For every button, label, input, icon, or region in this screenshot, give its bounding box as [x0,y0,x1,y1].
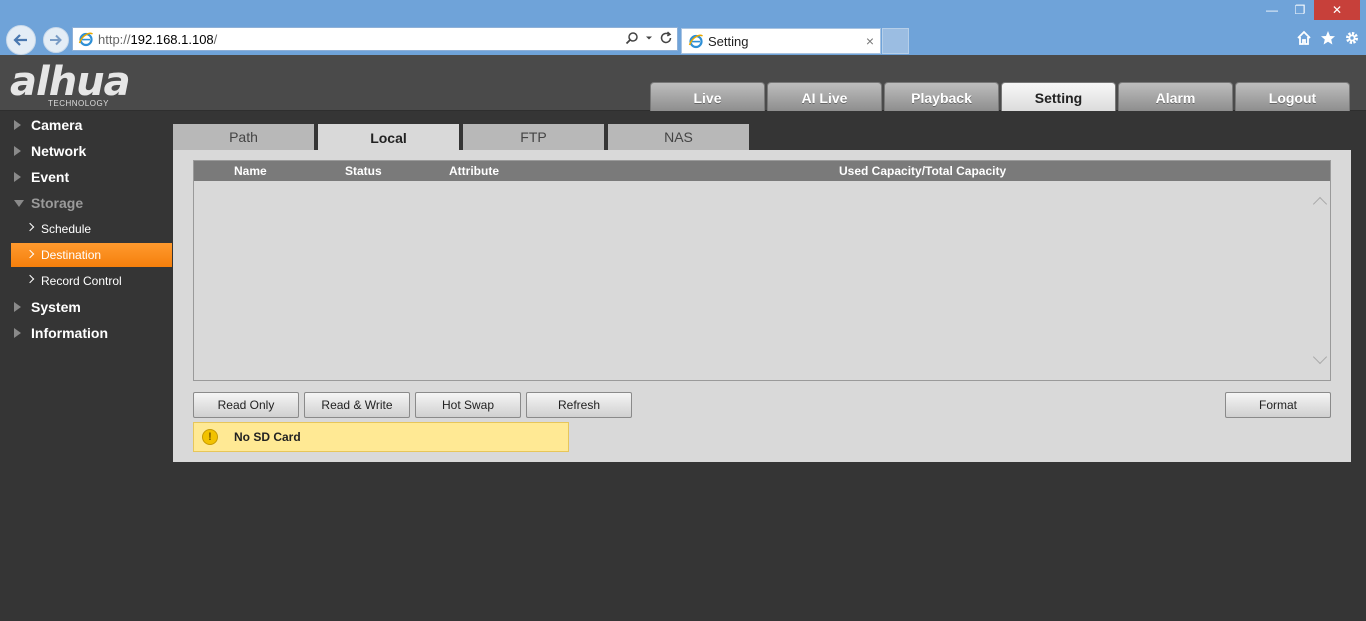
tab-live[interactable]: Live [650,82,765,111]
tab-setting[interactable]: Setting [1001,82,1116,111]
settings-sidebar: Camera Network Event Storage Schedule De… [0,112,172,346]
minimize-icon[interactable]: — [1258,0,1286,20]
browser-chrome: — ❐ ✕ http:// 192.168.1.108 / Setting × [0,0,1366,55]
sidebar-item-information[interactable]: Information [0,320,172,346]
ie-logo-icon [78,32,93,47]
browser-toolbar-icons [1296,30,1360,46]
storage-destination-tabs: Path Local FTP NAS [173,124,749,151]
refresh-button[interactable]: Refresh [526,392,632,418]
sidebar-item-label: Storage [31,195,84,211]
url-protocol: http:// [98,31,131,47]
sidebar-item-label: Camera [31,117,83,133]
logo-subtitle: TECHNOLOGY [48,99,110,108]
sidebar-item-storage[interactable]: Storage [0,190,172,216]
chevron-right-icon [25,274,35,284]
restore-icon[interactable]: ❐ [1286,0,1314,20]
sidebar-item-label: System [31,299,81,315]
tab-nas[interactable]: NAS [608,124,749,150]
tab-logout[interactable]: Logout [1235,82,1350,111]
app-header: alhua TECHNOLOGY Live AI Live Playback S… [0,55,1366,111]
tab-ai-live[interactable]: AI Live [767,82,882,111]
read-write-button[interactable]: Read & Write [304,392,410,418]
warning-icon: ! [202,429,218,445]
browser-tab-title: Setting [708,33,749,49]
format-button[interactable]: Format [1225,392,1331,418]
sidebar-subitem-destination[interactable]: Destination [11,243,172,267]
sidebar-item-system[interactable]: System [0,294,172,320]
new-tab-button[interactable] [882,28,909,54]
logo-wordmark: alhua [10,59,131,105]
tab-path[interactable]: Path [173,124,314,150]
sidebar-subitem-label: Destination [41,248,102,262]
home-icon[interactable] [1296,30,1312,46]
read-only-button[interactable]: Read Only [193,392,299,418]
sidebar-subitem-record-control[interactable]: Record Control [11,268,172,294]
sidebar-item-event[interactable]: Event [0,164,172,190]
sidebar-item-label: Network [31,143,87,159]
address-tools [625,31,673,45]
refresh-icon[interactable] [659,31,673,45]
caret-right-icon [14,172,21,182]
sidebar-item-camera[interactable]: Camera [0,112,172,138]
tab-alarm[interactable]: Alarm [1118,82,1233,111]
tab-local[interactable]: Local [318,124,459,151]
column-capacity: Used Capacity/Total Capacity [839,164,1007,178]
scroll-up-icon[interactable] [1312,196,1328,212]
window-controls: — ❐ ✕ [1258,0,1360,20]
back-button[interactable] [6,25,36,55]
column-status: Status [345,164,382,178]
sidebar-item-network[interactable]: Network [0,138,172,164]
column-attribute: Attribute [449,164,499,178]
arrow-right-icon [50,34,62,46]
ie-logo-icon [688,34,703,49]
arrow-left-icon [13,34,27,46]
chevron-right-icon [25,249,35,259]
tab-ftp[interactable]: FTP [463,124,604,150]
close-tab-icon[interactable]: × [866,33,874,49]
status-notice: ! No SD Card [193,422,569,452]
local-storage-panel: Name Status Attribute Used Capacity/Tota… [173,150,1351,462]
url-path: / [213,31,218,47]
caret-down-icon [14,200,24,207]
column-name: Name [234,164,267,178]
notice-text: No SD Card [234,430,301,444]
chevron-right-icon [25,222,35,232]
caret-right-icon [14,146,21,156]
gear-icon[interactable] [1344,30,1360,46]
sidebar-item-label: Information [31,325,108,341]
device-table: Name Status Attribute Used Capacity/Tota… [193,160,1331,381]
star-icon[interactable] [1320,30,1336,46]
address-bar[interactable]: http:// 192.168.1.108 / [72,27,678,51]
table-header: Name Status Attribute Used Capacity/Tota… [194,161,1330,181]
scroll-down-icon[interactable] [1312,349,1328,365]
sidebar-subitem-label: Record Control [41,274,122,288]
dahua-logo: alhua TECHNOLOGY [10,59,131,108]
url-host: 192.168.1.108 [130,31,214,47]
caret-right-icon [14,302,21,312]
browser-tab-setting[interactable]: Setting × [681,28,881,54]
sidebar-item-label: Event [31,169,70,185]
dropdown-arrow-icon[interactable] [645,34,653,42]
hot-swap-button[interactable]: Hot Swap [415,392,521,418]
close-window-icon[interactable]: ✕ [1314,0,1360,20]
caret-right-icon [14,328,21,338]
sidebar-subitem-schedule[interactable]: Schedule [11,216,172,242]
forward-button[interactable] [43,27,69,53]
search-icon[interactable] [625,31,639,45]
main-nav-tabs: Live AI Live Playback Setting Alarm Logo… [650,82,1350,111]
tab-playback[interactable]: Playback [884,82,999,111]
caret-right-icon [14,120,21,130]
sidebar-subitem-label: Schedule [41,222,92,236]
